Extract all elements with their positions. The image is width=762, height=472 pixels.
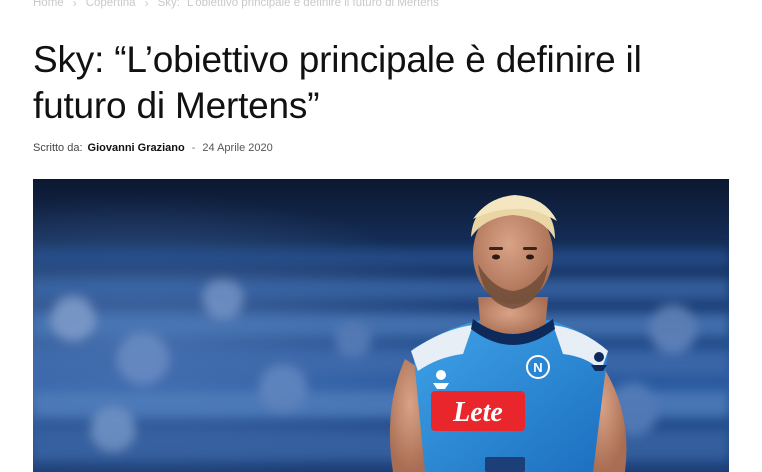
club-crest-icon: N (526, 355, 550, 379)
breadcrumb-separator: › (144, 0, 149, 10)
breadcrumb-current: Sky: “L’obiettivo principale è definire … (157, 0, 443, 9)
article-hero-image: Lete N (33, 179, 729, 472)
author-link[interactable]: Giovanni Graziano (88, 142, 185, 154)
article-meta: Scritto da: Giovanni Graziano - 24 April… (33, 142, 273, 154)
breadcrumb: Home › Copertina › Sky: “L’obiettivo pri… (33, 0, 443, 12)
hero-photo: Lete N (33, 179, 729, 472)
breadcrumb-separator: › (72, 0, 77, 10)
byline-label: Scritto da: (33, 142, 83, 154)
svg-text:N: N (533, 360, 542, 375)
article-date: 24 Aprile 2020 (202, 142, 273, 154)
sponsor-text: Lete (452, 397, 503, 428)
breadcrumb-home-link[interactable]: Home (33, 0, 64, 9)
breadcrumb-category-link[interactable]: Copertina (86, 0, 136, 9)
meta-separator: - (191, 142, 196, 154)
article-title: Sky: “L’obiettivo principale è definire … (33, 39, 642, 126)
